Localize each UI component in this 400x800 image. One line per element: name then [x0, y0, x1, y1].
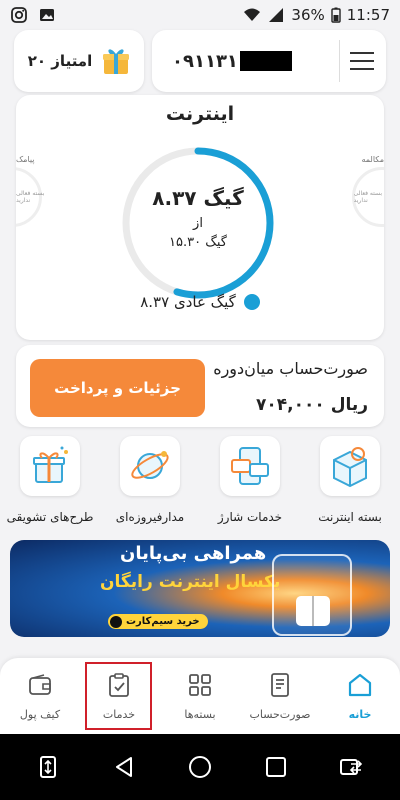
- signal-icon: [269, 8, 284, 22]
- sms-status: بسته فعالی ندارید: [16, 190, 45, 204]
- system-navigation-bar: [0, 734, 400, 800]
- total-volume: ۱۵.۳۰ گیگ: [169, 235, 227, 250]
- home-circle-icon[interactable]: [182, 749, 218, 785]
- nav-home[interactable]: خانه: [320, 672, 400, 721]
- bill-icon: [271, 673, 289, 697]
- nav-bill[interactable]: صورت‌حساب: [240, 672, 320, 721]
- nav-label: صورت‌حساب: [249, 708, 311, 721]
- top-bar: ۲۰ امتیاز ۰۹۱۱۳۱: [14, 30, 386, 92]
- calls-status: بسته فعالی ندارید: [353, 190, 382, 204]
- gallery-icon: [40, 9, 54, 21]
- nav-services[interactable]: خدمات: [79, 672, 159, 721]
- banner-subheadline: یکسال اینترنت رایگان: [100, 572, 281, 592]
- wifi-icon: [244, 8, 261, 21]
- pay-details-button[interactable]: جزئیات و پرداخت: [30, 359, 205, 417]
- nav-wallet[interactable]: کیف پول: [0, 672, 80, 721]
- battery-icon: [331, 7, 341, 23]
- clock: 11:57: [346, 6, 390, 24]
- banner-headline: همراهی بی‌پایان: [120, 543, 267, 564]
- calls-label: مکالمه: [361, 155, 385, 164]
- recents-icon[interactable]: [258, 749, 294, 785]
- legend-label: ۸.۳۷ گیگ عادی: [140, 293, 236, 311]
- nav-label: خدمات: [102, 708, 136, 721]
- nav-label: کیف پول: [19, 708, 61, 721]
- phone-card: ۰۹۱۱۳۱: [152, 30, 386, 92]
- turquoise-orbit-icon: [131, 451, 169, 479]
- wallet-icon: [29, 674, 51, 695]
- divider: [339, 40, 340, 82]
- from-label: از: [193, 216, 203, 231]
- service-label: طرح‌های تشویقی: [6, 510, 94, 524]
- bill-title: صورت‌حساب میان‌دوره: [213, 359, 368, 378]
- internet-usage-ring: ۸.۳۷ گیگ از ۱۵.۳۰ گیگ: [118, 143, 278, 303]
- services-row: بسته اینترنت خدمات شارژ مدارفیروزه‌ای طر…: [0, 436, 400, 531]
- internet-card[interactable]: اینترنت پیامک بسته فعالی ندارید مکالمه ب…: [16, 95, 384, 340]
- service-internet-package[interactable]: بسته اینترنت: [305, 436, 395, 524]
- sms-label: پیامک: [16, 155, 35, 164]
- screen-switch-icon[interactable]: [334, 749, 370, 785]
- packages-grid-icon: [189, 674, 211, 696]
- points-label: ۲۰ امتیاز: [27, 52, 93, 70]
- nav-packages[interactable]: بسته‌ها: [160, 672, 240, 721]
- instagram-icon: [11, 7, 27, 23]
- battery-percent: 36%: [291, 6, 325, 24]
- back-icon[interactable]: [106, 749, 142, 785]
- bottom-navigation: خانه صورت‌حساب بسته‌ها خدمات کیف پول: [0, 658, 400, 734]
- gift-icon: [103, 49, 130, 74]
- services-clipboard-icon: [109, 673, 129, 697]
- remaining-volume: ۸.۳۷ گیگ: [152, 186, 244, 210]
- legend: ۸.۳۷ گیگ عادی: [16, 293, 384, 311]
- gift-box-icon: [33, 446, 68, 483]
- home-icon: [348, 673, 372, 697]
- redacted-digits: [239, 51, 292, 71]
- service-label: مدارفیروزه‌ای: [115, 510, 185, 524]
- service-turquoise[interactable]: مدارفیروزه‌ای: [105, 436, 195, 524]
- buy-sim-button[interactable]: خرید سیم‌کارت: [108, 614, 208, 629]
- service-incentive-plans[interactable]: طرح‌های تشویقی: [5, 436, 95, 524]
- bill-amount: ۷۰۴,۰۰۰ ریال: [256, 395, 368, 415]
- service-label: خدمات شارژ: [217, 510, 283, 524]
- nav-label: بسته‌ها: [184, 708, 216, 721]
- service-charge[interactable]: خدمات شارژ: [205, 436, 295, 524]
- hamburger-menu-icon[interactable]: [350, 52, 374, 70]
- charge-services-icon: [231, 447, 269, 485]
- sim-card-illustration: [272, 554, 352, 636]
- nav-label: خانه: [348, 708, 372, 721]
- status-bar: 36% 11:57: [0, 0, 400, 30]
- phone-number: ۰۹۱۱۳۱: [172, 51, 292, 72]
- screen-rotate-icon[interactable]: [30, 749, 66, 785]
- buy-sim-label: خرید سیم‌کارت: [126, 616, 200, 627]
- promo-banner[interactable]: همراهی بی‌پایان یکسال اینترنت رایگان خری…: [10, 540, 390, 637]
- phone-prefix: ۰۹۱۱۳۱: [172, 50, 238, 72]
- points-card[interactable]: ۲۰ امتیاز: [14, 30, 144, 92]
- internet-package-icon: [333, 447, 367, 488]
- internet-title: اینترنت: [165, 103, 235, 125]
- arrow-left-icon: [110, 616, 122, 628]
- bill-card: صورت‌حساب میان‌دوره ۷۰۴,۰۰۰ ریال جزئیات …: [16, 345, 384, 427]
- service-label: بسته اینترنت: [318, 510, 382, 524]
- legend-dot: [243, 294, 260, 310]
